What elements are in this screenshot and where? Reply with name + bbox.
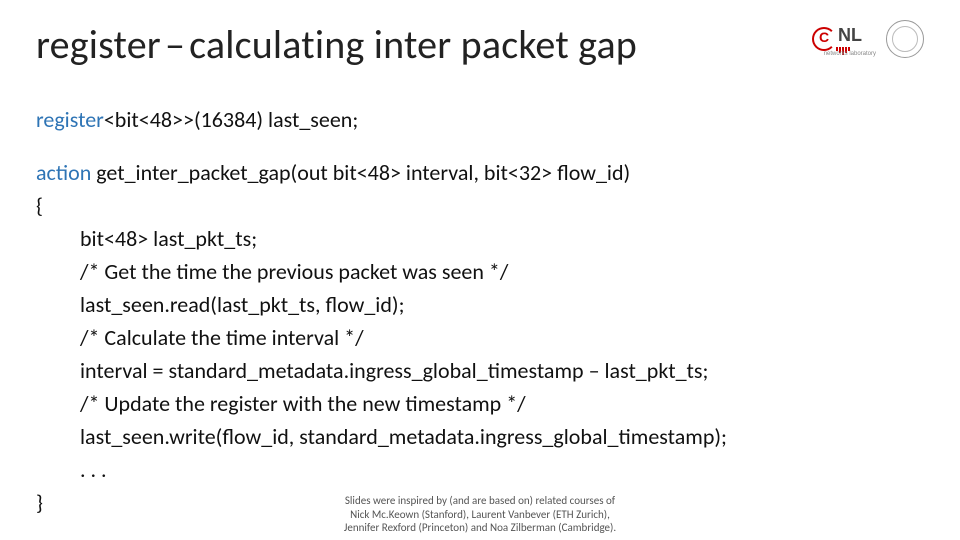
code-line-5: interval = standard_metadata.ingress_glo… xyxy=(36,354,924,387)
logo-letter-c: C xyxy=(819,29,829,45)
code-line-1: bit<48> last_pkt_ts; xyxy=(36,222,924,255)
footer-line-3: Jennifer Rexford (Princeton) and Noa Zil… xyxy=(144,521,816,534)
logo-letters-nl: NL xyxy=(838,25,862,46)
code-decl: register<bit<48>>(16384) last_seen; xyxy=(36,103,924,136)
footer-credits: Slides were inspired by (and are based o… xyxy=(144,494,816,534)
logo-cnl-icon: C NL networks laboratory xyxy=(812,21,876,57)
slide-title: register–calculating inter packet gap xyxy=(36,20,637,69)
footer-line-1: Slides were inspired by (and are based o… xyxy=(144,494,816,507)
code-line-3: last_seen.read(last_pkt_ts, flow_id); xyxy=(36,288,924,321)
code-line-2: /* Get the time the previous packet was … xyxy=(36,255,924,288)
title-dash: – xyxy=(161,20,189,69)
slide: register–calculating inter packet gap C … xyxy=(0,0,960,540)
keyword-register: register xyxy=(36,106,104,133)
code-line-6: /* Update the register with the new time… xyxy=(36,387,924,420)
logo-seal-icon xyxy=(886,20,924,58)
code-lbrace: { xyxy=(36,189,924,222)
action-sig: get_inter_packet_gap(out bit<48> interva… xyxy=(96,159,630,186)
logo-group: C NL networks laboratory xyxy=(812,20,924,58)
code-line-8: . . . xyxy=(36,453,924,486)
title-rest: calculating inter packet gap xyxy=(189,20,637,69)
title-word-register: register xyxy=(36,20,161,69)
logo-subtext: networks laboratory xyxy=(824,51,876,57)
keyword-action: action xyxy=(36,159,96,186)
footer-line-2: Nick Mc.Keown (Stanford), Laurent Vanbev… xyxy=(144,508,816,521)
code-block: register<bit<48>>(16384) last_seen; acti… xyxy=(36,103,924,519)
decl-rest: <bit<48>>(16384) last_seen; xyxy=(104,106,358,133)
title-row: register–calculating inter packet gap C … xyxy=(36,20,924,69)
code-line-4: /* Calculate the time interval */ xyxy=(36,321,924,354)
spacer xyxy=(36,136,924,156)
code-line-7: last_seen.write(flow_id, standard_metada… xyxy=(36,420,924,453)
code-action-sig: action get_inter_packet_gap(out bit<48> … xyxy=(36,156,924,189)
